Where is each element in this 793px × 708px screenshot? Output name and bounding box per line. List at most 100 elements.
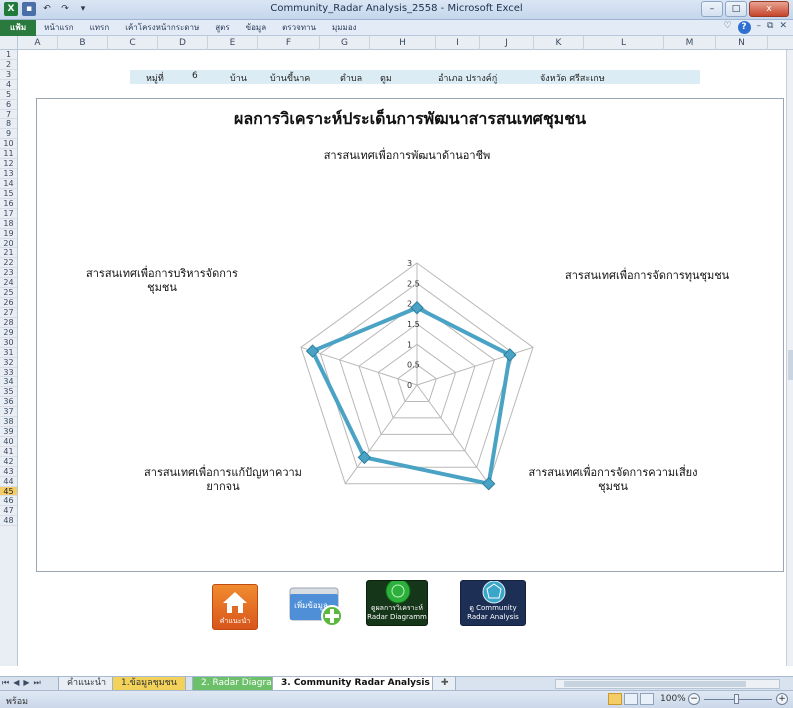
- first-sheet-icon[interactable]: ⏮: [2, 678, 9, 688]
- horizontal-scroll-thumb[interactable]: [564, 681, 746, 687]
- tab-data[interactable]: ข้อมูล: [238, 20, 274, 36]
- radar-chart[interactable]: ผลการวิเคราะห์ประเด็นการพัฒนาสารสนเทศชุม…: [36, 98, 784, 572]
- sheet-tab-community-data[interactable]: 1.ข้อมูลชุมชน: [112, 677, 186, 691]
- row-header[interactable]: 36: [0, 397, 17, 408]
- row-header[interactable]: 18: [0, 219, 17, 229]
- column-header[interactable]: F: [258, 36, 320, 50]
- row-header[interactable]: 13: [0, 169, 17, 179]
- row-header[interactable]: 15: [0, 189, 17, 199]
- row-header[interactable]: 42: [0, 457, 17, 467]
- row-header[interactable]: 24: [0, 278, 17, 289]
- row-header[interactable]: 29: [0, 328, 17, 338]
- row-header[interactable]: 32: [0, 358, 17, 368]
- sheet-tab-community-radar-analysis[interactable]: 3. Community Radar Analysis: [272, 677, 439, 691]
- tab-page-layout[interactable]: เค้าโครงหน้ากระดาษ: [117, 20, 207, 36]
- tab-formulas[interactable]: สูตร: [207, 20, 237, 36]
- row-header[interactable]: 28: [0, 318, 17, 328]
- select-all-corner[interactable]: [0, 36, 18, 50]
- row-header[interactable]: 20: [0, 239, 17, 249]
- row-header[interactable]: 9: [0, 129, 17, 140]
- zoom-in-icon[interactable]: +: [776, 693, 788, 705]
- column-header[interactable]: B: [58, 36, 108, 50]
- tab-review[interactable]: ตรวจทาน: [274, 20, 324, 36]
- page-layout-view-icon[interactable]: [624, 693, 638, 705]
- row-header[interactable]: 16: [0, 199, 17, 209]
- tab-file[interactable]: แฟ้ม: [0, 20, 37, 36]
- community-radar-analysis-button[interactable]: ดู Community Radar Analysis: [460, 580, 526, 626]
- horizontal-scrollbar[interactable]: [555, 679, 780, 689]
- row-header[interactable]: 12: [0, 159, 17, 170]
- row-header[interactable]: 10: [0, 139, 17, 150]
- row-header[interactable]: 2: [0, 60, 17, 70]
- column-header[interactable]: C: [108, 36, 158, 50]
- tab-insert[interactable]: แทรก: [82, 20, 118, 36]
- column-header[interactable]: L: [584, 36, 664, 50]
- row-header[interactable]: 38: [0, 417, 17, 428]
- page-break-view-icon[interactable]: [640, 693, 654, 705]
- maximize-button[interactable]: □: [725, 1, 747, 17]
- row-header[interactable]: 35: [0, 387, 17, 398]
- zoom-out-icon[interactable]: −: [688, 693, 700, 705]
- row-header[interactable]: 19: [0, 229, 17, 239]
- workbook-minimize-icon[interactable]: –: [757, 21, 762, 34]
- vertical-scrollbar[interactable]: [786, 50, 793, 666]
- row-header[interactable]: 47: [0, 506, 17, 517]
- row-header[interactable]: 39: [0, 427, 17, 437]
- normal-view-icon[interactable]: [608, 693, 622, 705]
- tab-home[interactable]: หน้าแรก: [36, 20, 82, 36]
- row-header[interactable]: 11: [0, 149, 17, 160]
- last-sheet-icon[interactable]: ⏭: [34, 678, 41, 688]
- workbook-restore-icon[interactable]: ⧉: [767, 21, 773, 34]
- sheet-tab-guide[interactable]: คำแนะนำ: [58, 677, 116, 691]
- row-header[interactable]: 22: [0, 258, 17, 269]
- column-header[interactable]: E: [208, 36, 258, 50]
- column-header[interactable]: H: [370, 36, 436, 50]
- row-header[interactable]: 23: [0, 268, 17, 279]
- minimize-button[interactable]: –: [701, 1, 723, 17]
- zoom-slider-thumb[interactable]: [734, 694, 739, 704]
- close-button[interactable]: x: [749, 1, 789, 17]
- row-header[interactable]: 40: [0, 437, 17, 447]
- help-icon[interactable]: ?: [737, 21, 751, 34]
- workbook-close-icon[interactable]: ✕: [779, 21, 787, 34]
- row-header[interactable]: 14: [0, 179, 17, 189]
- column-header[interactable]: M: [664, 36, 716, 50]
- row-header[interactable]: 6: [0, 100, 17, 110]
- worksheet-area[interactable]: หมู่ที่ 6 บ้าน บ้านขี้นาค ตำบล ตูม อำเภอ…: [18, 50, 786, 666]
- vertical-scroll-thumb[interactable]: [788, 350, 793, 380]
- tab-view[interactable]: มุมมอง: [324, 20, 365, 36]
- row-header[interactable]: 21: [0, 248, 17, 259]
- prev-sheet-icon[interactable]: ◀: [13, 678, 19, 688]
- row-header[interactable]: 37: [0, 407, 17, 418]
- row-header[interactable]: 25: [0, 288, 17, 299]
- row-header[interactable]: 46: [0, 496, 17, 507]
- row-header[interactable]: 33: [0, 368, 17, 378]
- column-header[interactable]: A: [18, 36, 58, 50]
- row-header[interactable]: 8: [0, 119, 17, 130]
- insert-sheet-icon[interactable]: ✚: [432, 677, 456, 691]
- row-header[interactable]: 44: [0, 477, 17, 487]
- next-sheet-icon[interactable]: ▶: [23, 678, 29, 688]
- column-header[interactable]: I: [436, 36, 480, 50]
- row-header[interactable]: 41: [0, 447, 17, 457]
- row-header[interactable]: 26: [0, 298, 17, 308]
- row-header[interactable]: 3: [0, 70, 17, 80]
- column-header[interactable]: J: [480, 36, 534, 50]
- row-header[interactable]: 17: [0, 209, 17, 219]
- zoom-level[interactable]: 100%: [660, 694, 686, 704]
- row-header[interactable]: 1: [0, 50, 17, 60]
- column-header[interactable]: D: [158, 36, 208, 50]
- column-header[interactable]: N: [716, 36, 768, 50]
- row-header[interactable]: 34: [0, 377, 17, 388]
- column-header[interactable]: K: [534, 36, 584, 50]
- row-header[interactable]: 45: [0, 486, 17, 497]
- add-data-button[interactable]: เพิ่มข้อมูล: [286, 582, 348, 628]
- home-guide-button[interactable]: คำแนะนำ: [212, 584, 258, 630]
- row-header[interactable]: 7: [0, 110, 17, 120]
- row-header[interactable]: 27: [0, 308, 17, 318]
- collapse-ribbon-icon[interactable]: ♡: [723, 21, 731, 34]
- row-header[interactable]: 48: [0, 516, 17, 527]
- row-header[interactable]: 31: [0, 348, 17, 358]
- radar-diagram-button[interactable]: ดูผลการวิเคราะห์ Radar Diagramm: [366, 580, 428, 626]
- row-header[interactable]: 43: [0, 467, 17, 477]
